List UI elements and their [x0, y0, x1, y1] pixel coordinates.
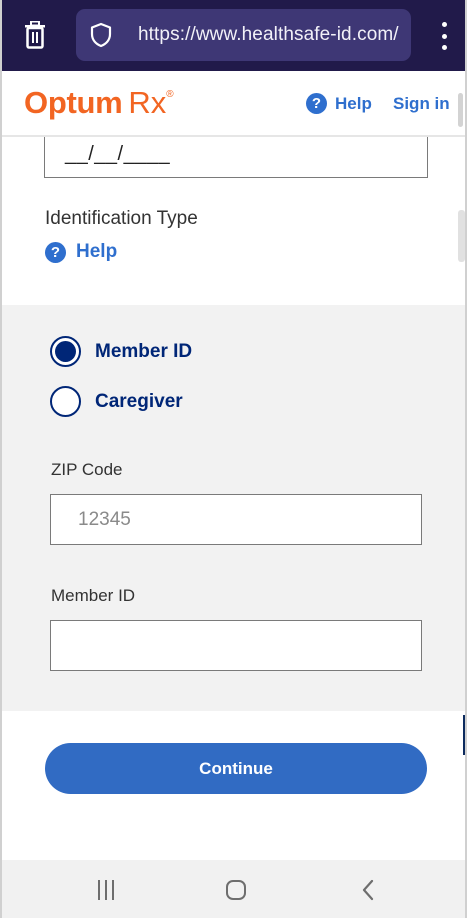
site-header: Optum Rx® ? Help Sign in: [2, 71, 465, 137]
radio-member-id[interactable]: Member ID: [50, 336, 192, 367]
address-bar[interactable]: https://www.healthsafe-id.com/: [76, 9, 411, 61]
edge-indicator: [463, 715, 465, 755]
back-icon[interactable]: [356, 878, 380, 902]
scroll-indicator[interactable]: [458, 210, 465, 262]
radio-caregiver[interactable]: Caregiver: [50, 386, 183, 417]
system-nav-bar: [2, 860, 465, 918]
header-help-label: Help: [335, 93, 372, 113]
recent-apps-icon[interactable]: [94, 878, 118, 902]
zip-code-input[interactable]: [50, 494, 422, 545]
date-of-birth-value: __/__/____: [65, 143, 171, 165]
sign-in-link[interactable]: Sign in: [393, 94, 450, 114]
optum-rx-logo[interactable]: Optum Rx®: [24, 85, 174, 121]
radio-button-unselected[interactable]: [50, 386, 81, 417]
page-scrollbar[interactable]: [458, 93, 463, 127]
zip-code-label: ZIP Code: [51, 460, 123, 479]
member-id-label: Member ID: [51, 586, 136, 605]
help-icon: ?: [306, 93, 327, 114]
shield-icon[interactable]: [88, 22, 114, 48]
identification-help-link[interactable]: ? Help: [45, 241, 117, 263]
radio-caregiver-label[interactable]: Caregiver: [95, 391, 183, 413]
identification-help-label: Help: [76, 241, 118, 262]
member-id-input[interactable]: [50, 620, 422, 671]
continue-button[interactable]: Continue: [45, 743, 427, 794]
url-text[interactable]: https://www.healthsafe-id.com/: [138, 24, 399, 46]
date-of-birth-field[interactable]: __/__/____: [44, 137, 428, 178]
home-icon[interactable]: [224, 878, 248, 902]
identification-panel: Member ID Caregiver ZIP Code Member ID: [2, 305, 465, 711]
radio-button-selected[interactable]: [50, 336, 81, 367]
kebab-menu-icon[interactable]: [432, 18, 456, 54]
header-help-link[interactable]: ? Help: [306, 93, 372, 114]
help-icon: ?: [45, 241, 66, 263]
identification-type-label: Identification Type: [45, 208, 198, 229]
trash-icon[interactable]: [20, 18, 50, 52]
phone-screen: https://www.healthsafe-id.com/ Optum Rx® …: [0, 0, 467, 918]
browser-toolbar: https://www.healthsafe-id.com/: [2, 0, 465, 71]
radio-member-id-label[interactable]: Member ID: [95, 341, 192, 363]
